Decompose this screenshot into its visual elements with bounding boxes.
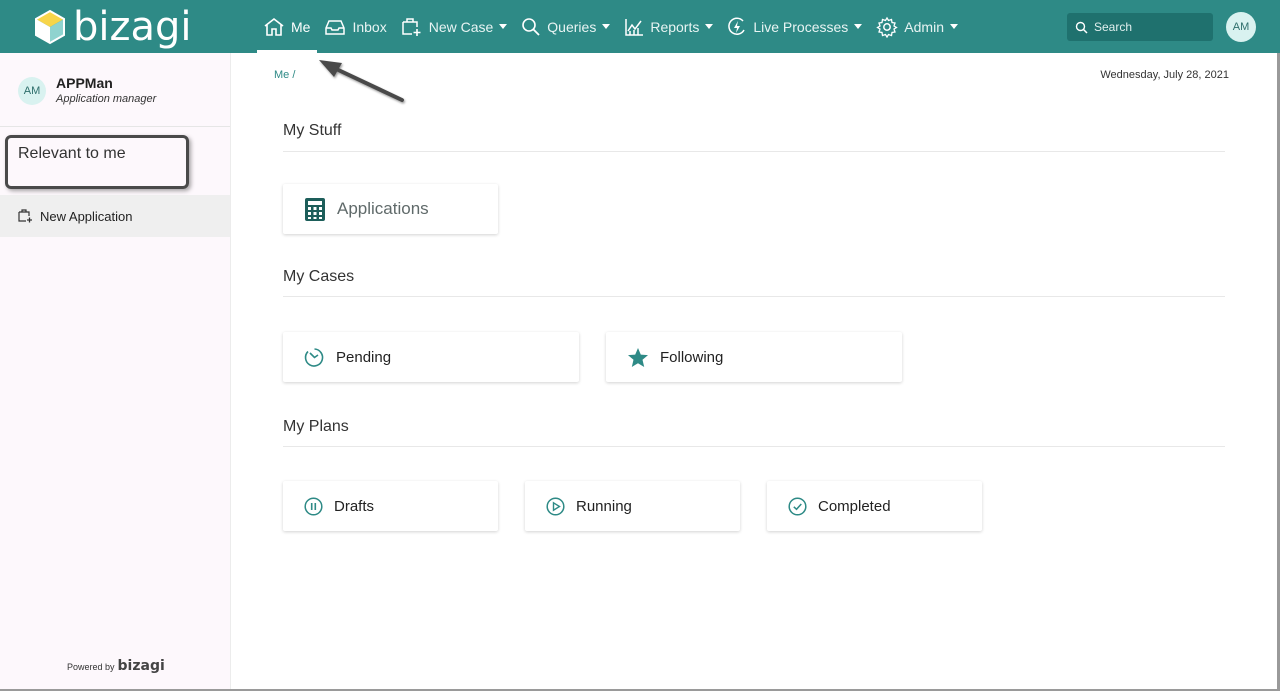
pause-circle-icon bbox=[304, 496, 323, 516]
card-label: Drafts bbox=[334, 497, 375, 515]
nav-item-queries[interactable]: Queries bbox=[514, 0, 617, 53]
card-completed[interactable]: Completed bbox=[767, 481, 982, 531]
new-case-icon bbox=[401, 17, 421, 36]
card-label: Pending bbox=[336, 348, 392, 366]
home-icon bbox=[264, 17, 284, 36]
play-circle-icon bbox=[546, 496, 565, 516]
search-icon bbox=[522, 17, 540, 36]
nav-item-live-processes[interactable]: Live Processes bbox=[720, 0, 869, 53]
divider bbox=[283, 151, 1225, 152]
chevron-down-icon bbox=[854, 24, 863, 29]
annotation-arrow-icon bbox=[319, 60, 404, 102]
nav-label: Live Processes bbox=[753, 18, 849, 35]
divider bbox=[283, 296, 1225, 297]
chart-icon bbox=[625, 18, 644, 36]
card-applications[interactable]: Applications bbox=[283, 184, 498, 234]
nav-label: Reports bbox=[650, 18, 700, 35]
chevron-down-icon bbox=[949, 24, 958, 29]
card-following[interactable]: Following bbox=[606, 332, 902, 382]
chevron-down-icon bbox=[499, 24, 508, 29]
card-running[interactable]: Running bbox=[525, 481, 740, 531]
section-title-my-cases: My Cases bbox=[283, 268, 355, 285]
nav-item-new-case[interactable]: New Case bbox=[394, 0, 515, 53]
nav-label: Inbox bbox=[352, 18, 387, 35]
card-label: Running bbox=[576, 497, 632, 515]
user-avatar[interactable]: AM bbox=[1226, 12, 1256, 42]
user-info: APPMan Application manager bbox=[56, 75, 156, 106]
check-circle-icon bbox=[788, 496, 807, 516]
bizagi-logo[interactable]: bizagi bbox=[33, 5, 192, 49]
card-label: Completed bbox=[818, 497, 891, 515]
user-profile[interactable]: AM APPMan Application manager bbox=[18, 75, 156, 106]
new-application-icon bbox=[18, 209, 32, 223]
logo-text: bizagi bbox=[73, 4, 192, 50]
breadcrumb[interactable]: Me / bbox=[274, 69, 295, 81]
chevron-down-icon bbox=[705, 24, 714, 29]
gear-icon bbox=[876, 16, 899, 38]
sidebar: AM APPMan Application manager Relevant t… bbox=[0, 53, 231, 691]
search-box[interactable] bbox=[1067, 13, 1213, 41]
current-date: Wednesday, July 28, 2021 bbox=[1100, 69, 1229, 81]
nav-item-admin[interactable]: Admin bbox=[869, 0, 965, 53]
nav-label: Admin bbox=[904, 18, 944, 35]
nav-label: Me bbox=[291, 18, 311, 35]
user-role: Application manager bbox=[56, 93, 157, 105]
avatar: AM bbox=[18, 76, 46, 105]
chevron-down-icon bbox=[602, 24, 611, 29]
powered-by: Powered by bizagi bbox=[67, 659, 165, 673]
section-title-my-plans: My Plans bbox=[283, 418, 349, 435]
card-label: Applications bbox=[337, 199, 429, 218]
nav-label: Queries bbox=[547, 18, 597, 35]
nav-item-reports[interactable]: Reports bbox=[617, 0, 720, 53]
card-drafts[interactable]: Drafts bbox=[283, 481, 498, 531]
search-input[interactable] bbox=[1094, 20, 1204, 34]
nav-label: New Case bbox=[428, 18, 494, 35]
inbox-icon bbox=[325, 19, 346, 35]
card-pending[interactable]: Pending bbox=[283, 332, 579, 382]
powered-by-text: Powered by bbox=[67, 662, 115, 672]
section-title-my-stuff: My Stuff bbox=[283, 122, 342, 139]
sidebar-item-label: New Application bbox=[40, 208, 133, 224]
lightning-icon bbox=[728, 16, 746, 35]
main-nav: Me Inbox New Case Queries Reports Live P… bbox=[256, 0, 965, 53]
divider bbox=[0, 126, 230, 127]
sidebar-item-new-application[interactable]: New Application bbox=[0, 195, 230, 237]
star-icon bbox=[628, 347, 648, 367]
user-name: APPMan bbox=[56, 75, 113, 91]
powered-by-logo: bizagi bbox=[117, 658, 165, 674]
nav-item-inbox[interactable]: Inbox bbox=[317, 0, 393, 53]
sidebar-section-title: Relevant to me bbox=[18, 145, 126, 162]
divider bbox=[283, 446, 1225, 447]
cube-logo-icon bbox=[35, 9, 65, 45]
card-label: Following bbox=[660, 348, 724, 366]
clock-icon bbox=[304, 347, 324, 367]
calculator-icon bbox=[305, 197, 325, 221]
search-icon bbox=[1075, 21, 1088, 34]
top-bar: bizagi Me Inbox New Case Queries Reports bbox=[0, 0, 1280, 53]
nav-item-me[interactable]: Me bbox=[256, 0, 318, 53]
